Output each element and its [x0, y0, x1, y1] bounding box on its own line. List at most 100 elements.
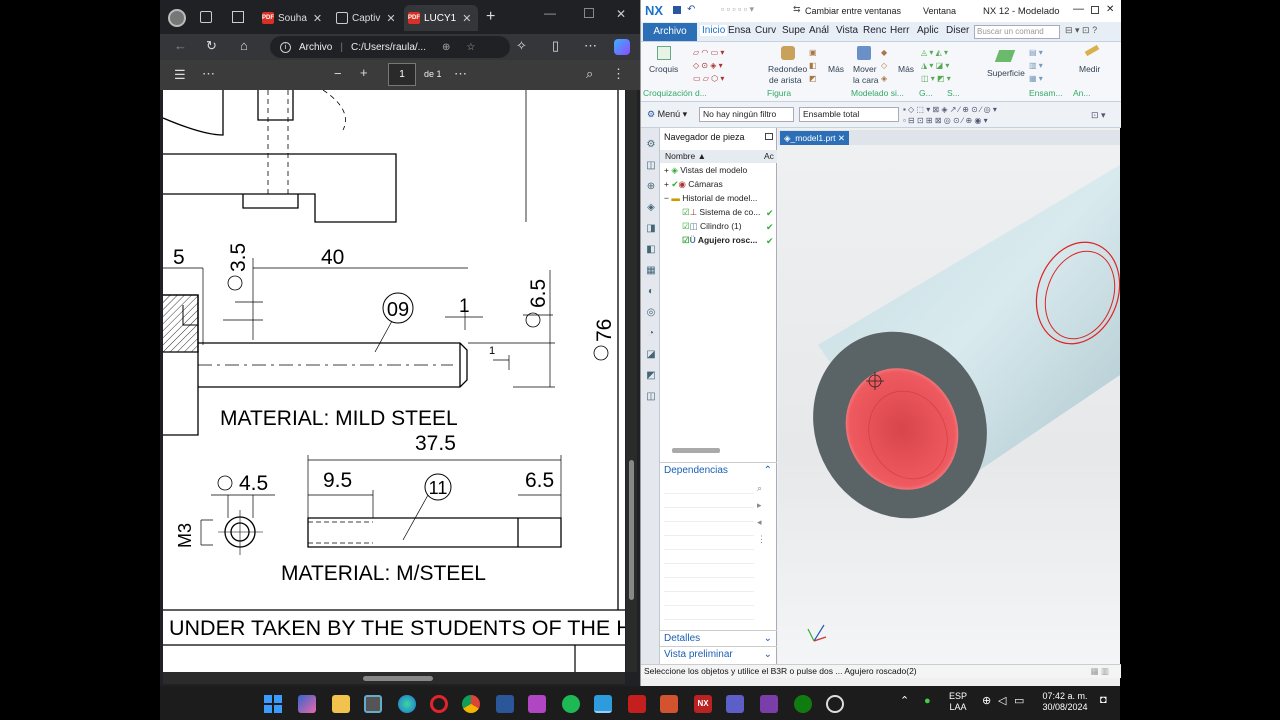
navigator-maximize-icon[interactable]	[765, 133, 773, 140]
close-window-icon[interactable]: ✕	[616, 7, 626, 21]
maximize-icon[interactable]	[584, 8, 594, 18]
network-icon[interactable]: ⊕	[982, 696, 991, 707]
tree-item-cylinder[interactable]: ☑◫ Cilindro (1)	[682, 221, 742, 232]
window-menu[interactable]: Ventana	[923, 6, 956, 16]
pdf-settings-icon[interactable]: ⋮	[612, 66, 625, 82]
xbox-icon[interactable]	[794, 695, 812, 713]
extensions-icon[interactable]: ✧	[516, 38, 527, 54]
tab-curva[interactable]: Curv	[755, 25, 776, 36]
move-face-button-line1[interactable]: Mover	[853, 64, 877, 74]
more-icon[interactable]: ⋯	[584, 38, 597, 54]
more-sync-button[interactable]: Más	[898, 64, 914, 74]
resource-icons[interactable]: ⚙ ◫ ⊕ ◈ ◨ ◧ ▦ ◐ ◎ ◔ ◪ ◩ ◫	[644, 134, 658, 407]
command-search-input[interactable]: Buscar un comand	[974, 25, 1060, 39]
volume-icon[interactable]: ◁	[998, 696, 1006, 707]
tab-souha[interactable]: PDF Souha ✕	[258, 5, 330, 31]
dependencies-tools[interactable]: ⌕ ▸ ◂ ⋮	[757, 480, 766, 548]
tree-item-threaded-hole[interactable]: ☑Ü Agujero rosc...	[682, 235, 757, 246]
zoom-out-icon[interactable]: −	[334, 66, 342, 81]
tab-lucy1[interactable]: PDF LUCY1 ✕	[404, 5, 478, 31]
tray-overflow-icon[interactable]: ⌃	[900, 696, 909, 707]
snap-tools-icons[interactable]: ▪ ◇ ⬚ ▾ ⊠ ◈ ↗ ∕ ⊕ ⊙ ∕ ◎ ▾ ▫ ⊟ ⊡ ⊞ ⊠ ◎ ⊙ ∕…	[903, 104, 1083, 128]
menu-button[interactable]: ⚙ Menú ▾	[647, 109, 687, 120]
tab-vista[interactable]: Vista	[836, 25, 858, 36]
sketch-icon[interactable]	[657, 46, 671, 60]
language-indicator[interactable]: ESP LAA	[944, 691, 972, 713]
close-icon[interactable]: ✕	[386, 12, 395, 25]
teams-icon[interactable]	[726, 695, 744, 713]
scroll-thumb[interactable]	[629, 460, 634, 600]
chrome-icon[interactable]	[462, 695, 480, 713]
checkbox-icon[interactable]: ☑	[682, 235, 690, 245]
copilot-icon[interactable]	[614, 39, 630, 55]
new-tab-icon[interactable]: +	[486, 8, 495, 26]
pdf-more-icon[interactable]: ⋯	[202, 66, 215, 82]
tab-ensamble[interactable]: Ensa	[728, 25, 751, 36]
spotify-icon[interactable]	[562, 695, 580, 713]
surface-icon[interactable]	[994, 50, 1016, 62]
zoom-icon[interactable]: ⊕	[442, 42, 450, 53]
surface-button[interactable]: Superficie	[987, 68, 1025, 78]
measure-icon[interactable]	[1084, 44, 1100, 57]
tab-diseno[interactable]: Diser	[946, 25, 969, 36]
address-field[interactable]: i Archivo | C:/Users/raula/... ⊕ ☆	[270, 36, 510, 58]
navigator-hscroll[interactable]	[672, 448, 720, 453]
tree-item-history[interactable]: − ▬ Historial de model...	[664, 193, 757, 203]
clock[interactable]: 07:42 a. m. 30/08/2024	[1032, 691, 1098, 713]
tab-actions-icon[interactable]	[232, 11, 244, 23]
page-number-input[interactable]: 1	[388, 63, 416, 86]
switch-windows-icon[interactable]: ⇆	[793, 4, 801, 15]
move-face-icon[interactable]	[857, 46, 871, 60]
home-icon[interactable]: ⌂	[240, 38, 248, 53]
expand-icon[interactable]: ⌄	[764, 631, 772, 646]
solidworks-icon[interactable]	[628, 695, 646, 713]
blend-edge-button-line1[interactable]: Redondeo	[768, 64, 807, 74]
details-section[interactable]: Detalles ⌄	[660, 630, 777, 646]
notifications-icon[interactable]: ◘	[1100, 695, 1107, 706]
nx-minimize-icon[interactable]: —	[1073, 3, 1084, 15]
zoom-in-icon[interactable]: +	[360, 65, 368, 80]
close-icon[interactable]: ✕	[462, 12, 471, 25]
ribbon-options-icons[interactable]: ⊟ ▾ ⊡ ?	[1065, 25, 1097, 36]
preview-section[interactable]: Vista preliminar ⌄	[660, 646, 777, 662]
move-face-button-line2[interactable]: la cara	[853, 75, 879, 85]
sketch-tools-icons[interactable]: ▱ ◠ ▭ ▾ ◇ ⊙ ◈ ▾ ▭ ▱ ⬡ ▾	[693, 46, 773, 88]
feature-tools-icons[interactable]: ▣ ◧ ◩	[809, 46, 829, 88]
assembly-scope-select[interactable]: Ensamble total	[799, 107, 899, 122]
expand-icon[interactable]: ⌄	[764, 647, 772, 662]
nx-close-icon[interactable]: ✕	[1106, 4, 1114, 15]
sketch-button[interactable]: Croquis	[649, 64, 678, 74]
tab-model1[interactable]: ◈_model1.prt ✕	[780, 131, 849, 145]
save-icon[interactable]	[673, 6, 681, 14]
checkbox-icon[interactable]: ☑	[682, 221, 690, 231]
favorite-icon[interactable]: ☆	[466, 42, 475, 53]
tree-item-cameras[interactable]: + ✔◉ Cámaras	[664, 179, 723, 190]
mail-icon[interactable]	[760, 695, 778, 713]
tab-archivo[interactable]: Archivo	[643, 23, 697, 41]
tree-header[interactable]: Nombre ▲ Ac	[660, 150, 777, 163]
back-icon[interactable]: ←	[174, 38, 187, 53]
measure-button[interactable]: Medir	[1079, 64, 1100, 74]
checkbox-icon[interactable]: ☑	[682, 207, 690, 217]
snipping-tool-icon[interactable]	[594, 695, 612, 713]
minimize-icon[interactable]: —	[544, 6, 556, 20]
file-explorer-icon[interactable]	[332, 695, 350, 713]
assembly-tools-icons[interactable]: ▤ ▾ ▥ ▾ ▦ ▾	[1029, 46, 1069, 88]
split-screen-icon[interactable]: ▯	[552, 38, 559, 54]
contents-icon[interactable]: ☰	[174, 67, 186, 83]
tab-herramientas[interactable]: Herr	[890, 25, 909, 36]
close-icon[interactable]: ✕	[838, 133, 845, 143]
selbar-more-icon[interactable]: ⊡ ▾	[1091, 110, 1106, 121]
microphone-icon[interactable]: ●	[924, 696, 931, 707]
collapse-icon[interactable]: ⌃	[764, 463, 772, 478]
tree-item-datum-csys[interactable]: ☑⊥ Sistema de co...	[682, 207, 760, 218]
start-icon[interactable]	[264, 695, 282, 713]
pdf-vertical-scrollbar[interactable]	[626, 90, 637, 672]
nx-maximize-icon[interactable]	[1091, 6, 1099, 14]
more-feature-button[interactable]: Más	[828, 64, 844, 74]
find-icon[interactable]: ⌕	[586, 66, 593, 82]
nx-taskbar-icon[interactable]: NX	[694, 695, 712, 713]
refresh-icon[interactable]: ↻	[206, 38, 217, 54]
tab-captiv[interactable]: Captiv ✕	[332, 5, 404, 31]
page-more-icon[interactable]: ⋯	[454, 66, 467, 82]
